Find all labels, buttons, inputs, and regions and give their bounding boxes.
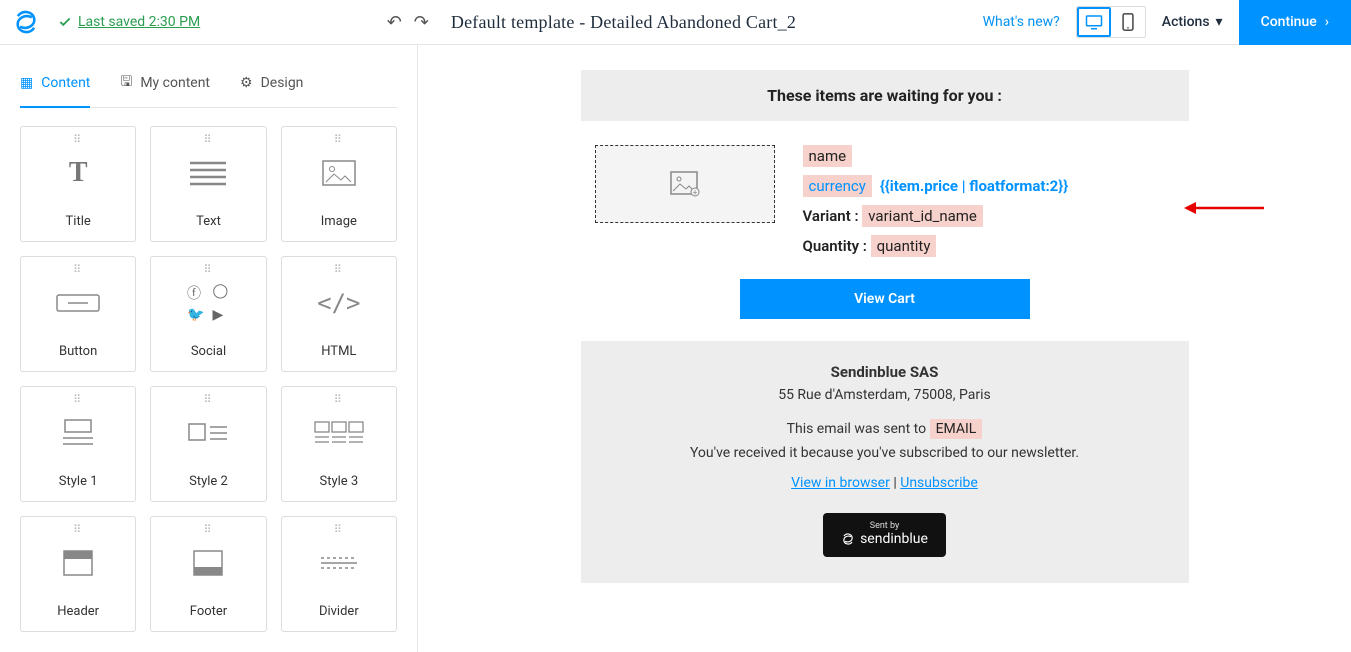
grid-icon: ▦	[20, 75, 33, 91]
block-html[interactable]: ⠿</>HTML	[281, 256, 397, 372]
redo-button[interactable]: ↷	[414, 12, 429, 33]
product-image-placeholder[interactable]: +	[595, 145, 775, 223]
sendinblue-icon	[841, 532, 855, 546]
topbar: Last saved 2:30 PM ↶ ↷ Default template …	[0, 0, 1351, 45]
tab-my-content-label: My content	[140, 75, 210, 91]
block-title[interactable]: ⠿TTitle	[20, 126, 136, 242]
block-header[interactable]: ⠿Header	[20, 516, 136, 632]
footer-sent-to: This email was sent to EMAIL	[611, 419, 1159, 439]
brand-logo	[10, 6, 42, 38]
block-divider[interactable]: ⠿Divider	[281, 516, 397, 632]
footer-company: Sendinblue SAS	[611, 363, 1159, 381]
canvas[interactable]: These items are waiting for you : + name…	[418, 45, 1351, 652]
tab-design-label: Design	[261, 75, 304, 91]
whats-new-link[interactable]: What's new?	[983, 14, 1060, 30]
block-button[interactable]: ⠿Button	[20, 256, 136, 372]
block-style1[interactable]: ⠿Style 1	[20, 386, 136, 502]
block-style3[interactable]: ⠿Style 3	[281, 386, 397, 502]
tab-content[interactable]: ▦ Content	[20, 63, 90, 108]
variant-line: Variant : variant_id_name	[803, 205, 1175, 227]
caret-down-icon: ▾	[1216, 14, 1223, 30]
block-image[interactable]: ⠿Image	[281, 126, 397, 242]
block-palette: ⠿TTitle ⠿Text ⠿Image ⠿Button ⠿ⓕ◯🐦▶Social…	[20, 126, 397, 632]
view-in-browser-link[interactable]: View in browser	[791, 475, 890, 491]
mobile-view-button[interactable]	[1111, 7, 1145, 37]
unsubscribe-link[interactable]: Unsubscribe	[900, 475, 978, 491]
tag-currency[interactable]: currency	[803, 175, 872, 197]
desktop-view-button[interactable]	[1077, 7, 1111, 37]
sidebar: ▦ Content 🖫 My content ⚙ Design ⠿TTitle ⠿Te…	[0, 45, 418, 652]
tag-name[interactable]: name	[803, 145, 853, 167]
footer-address: 55 Rue d'Amsterdam, 75008, Paris	[611, 387, 1159, 403]
undo-redo-group: ↶ ↷	[387, 12, 429, 33]
block-social[interactable]: ⠿ⓕ◯🐦▶Social	[150, 256, 266, 372]
sidebar-tabs: ▦ Content 🖫 My content ⚙ Design	[20, 63, 397, 108]
actions-menu[interactable]: Actions ▾	[1162, 14, 1223, 30]
product-row[interactable]: + name currency {{item.price | floatform…	[581, 121, 1189, 271]
undo-button[interactable]: ↶	[387, 12, 402, 33]
email-footer[interactable]: Sendinblue SAS 55 Rue d'Amsterdam, 75008…	[581, 341, 1189, 583]
save-status: Last saved 2:30 PM	[58, 14, 200, 30]
actions-label: Actions	[1162, 14, 1210, 30]
tag-variant[interactable]: variant_id_name	[862, 205, 983, 227]
view-cart-button[interactable]: View Cart	[740, 279, 1030, 319]
tab-design[interactable]: ⚙ Design	[240, 63, 303, 107]
save-status-link[interactable]: Last saved 2:30 PM	[78, 14, 200, 30]
svg-text:+: +	[692, 188, 697, 197]
product-details: name currency {{item.price | floatformat…	[803, 145, 1175, 257]
tab-content-label: Content	[41, 75, 90, 91]
price-expression[interactable]: {{item.price | floatformat:2}}	[880, 177, 1068, 195]
gear-icon: ⚙	[240, 75, 253, 91]
quantity-line: Quantity : quantity	[803, 235, 1175, 257]
continue-button[interactable]: Continue ›	[1239, 0, 1351, 45]
items-banner[interactable]: These items are waiting for you :	[581, 70, 1189, 121]
continue-label: Continue	[1261, 14, 1317, 30]
tag-quantity[interactable]: quantity	[871, 235, 937, 257]
sent-by-badge[interactable]: Sent by sendinblue	[823, 513, 946, 557]
footer-subscribed: You've received it because you've subscr…	[611, 445, 1159, 461]
check-icon	[58, 15, 72, 29]
email-template: These items are waiting for you : + name…	[581, 70, 1189, 583]
tab-my-content[interactable]: 🖫 My content	[120, 63, 210, 107]
tag-email[interactable]: EMAIL	[930, 419, 983, 439]
block-footer[interactable]: ⠿Footer	[150, 516, 266, 632]
device-toggle	[1076, 6, 1146, 38]
template-title: Default template - Detailed Abandoned Ca…	[451, 12, 796, 33]
block-text[interactable]: ⠿Text	[150, 126, 266, 242]
block-style2[interactable]: ⠿Style 2	[150, 386, 266, 502]
main: ▦ Content 🖫 My content ⚙ Design ⠿TTitle ⠿Te…	[0, 45, 1351, 652]
annotation-arrow-icon	[1184, 199, 1264, 217]
chevron-right-icon: ›	[1325, 14, 1329, 30]
save-icon: 🖫	[120, 71, 132, 95]
